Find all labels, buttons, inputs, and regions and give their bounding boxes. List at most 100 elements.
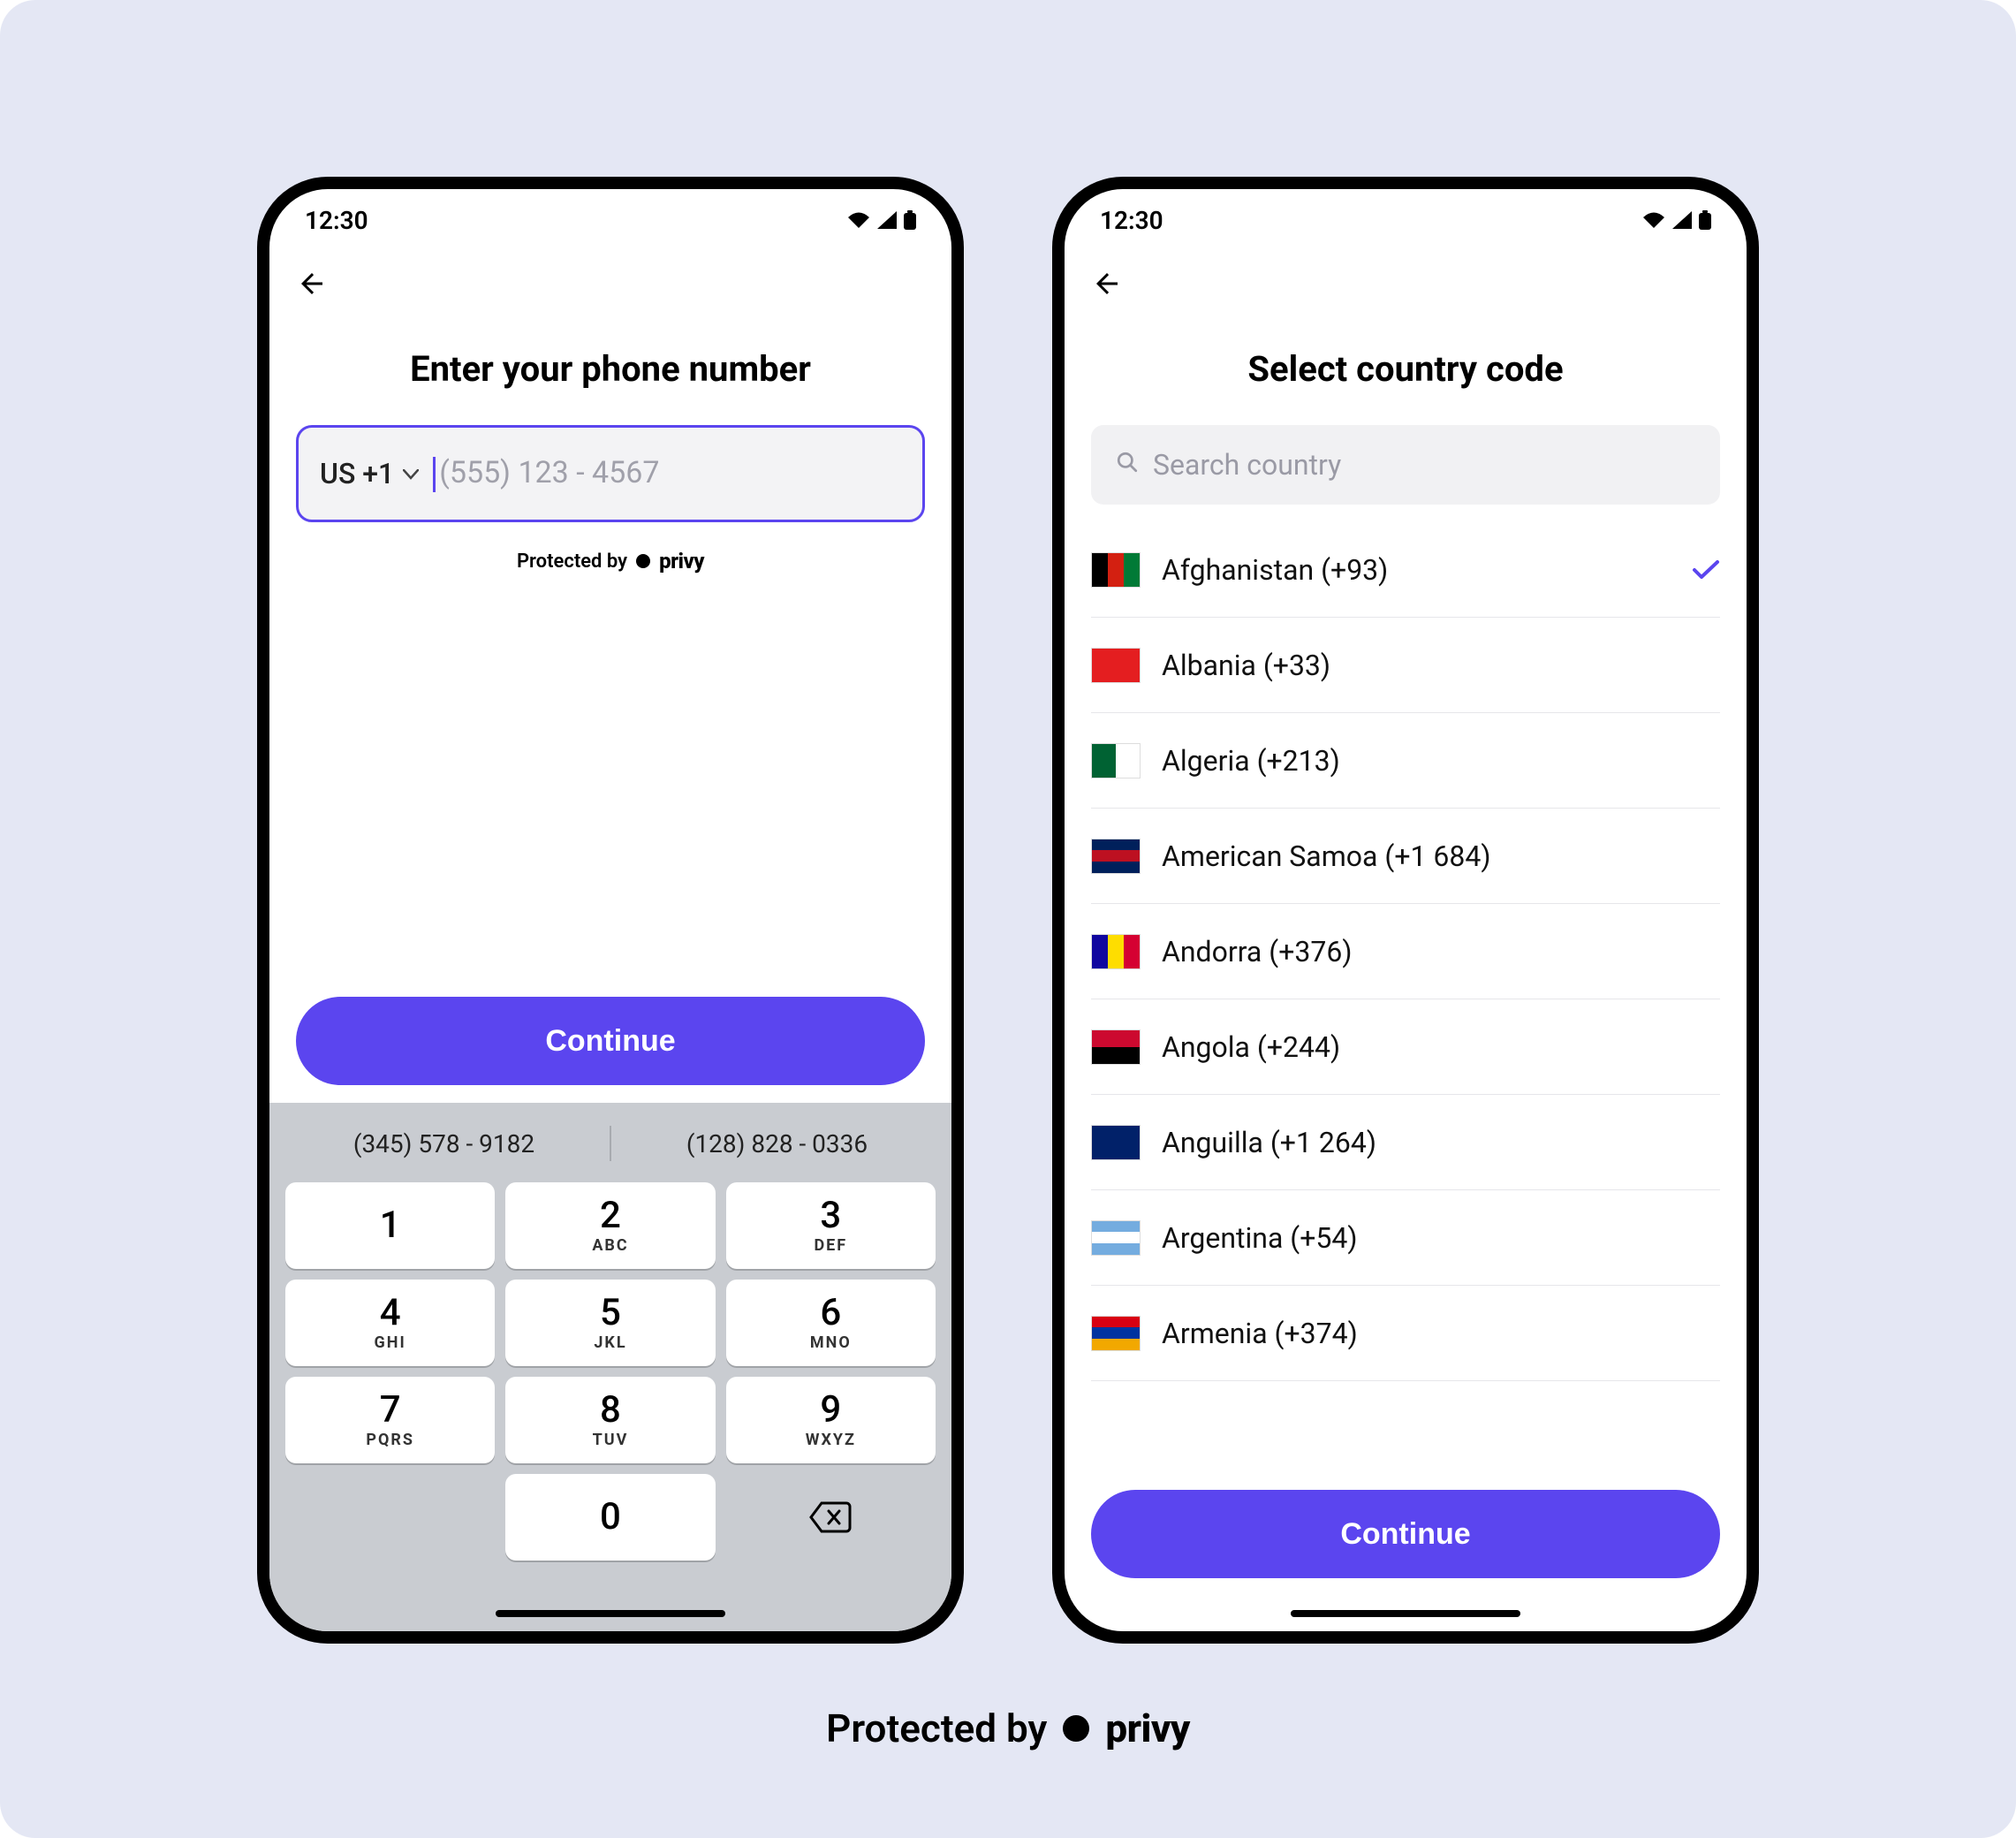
protected-label: Protected by bbox=[517, 551, 627, 573]
phone-select-country: 12:30 Select country code Sea bbox=[1052, 177, 1759, 1644]
country-label: Armenia (+374) bbox=[1162, 1317, 1720, 1350]
flag-icon bbox=[1091, 648, 1141, 683]
country-label: Afghanistan (+93) bbox=[1162, 553, 1671, 587]
nav-bar bbox=[269, 251, 951, 322]
continue-button[interactable]: Continue bbox=[1091, 1490, 1720, 1578]
suggestion-2[interactable]: (128) 828 - 0336 bbox=[611, 1129, 943, 1158]
back-button[interactable] bbox=[1091, 268, 1123, 306]
privy-brand: privy bbox=[659, 549, 704, 573]
flag-icon bbox=[1091, 1316, 1141, 1351]
phone-enter-number: 12:30 Enter your phone number US +1 bbox=[257, 177, 964, 1644]
key-digit: 2 bbox=[600, 1197, 621, 1234]
key-letters: PQRS bbox=[366, 1431, 414, 1449]
key-5[interactable]: 5JKL bbox=[505, 1280, 715, 1366]
key-digit: 9 bbox=[820, 1392, 841, 1429]
phone-input-container[interactable]: US +1 (555) 123 - 4567 bbox=[296, 425, 925, 522]
country-label: Anguilla (+1 264) bbox=[1162, 1126, 1720, 1159]
key-2[interactable]: 2ABC bbox=[505, 1182, 715, 1269]
key-6[interactable]: 6MNO bbox=[726, 1280, 936, 1366]
status-icons bbox=[847, 210, 916, 230]
battery-icon bbox=[904, 210, 916, 230]
wifi-icon bbox=[1642, 211, 1665, 229]
country-label: Argentina (+54) bbox=[1162, 1221, 1720, 1255]
search-placeholder: Search country bbox=[1153, 448, 1341, 482]
key-1[interactable]: 1 bbox=[285, 1182, 495, 1269]
key-letters: MNO bbox=[810, 1333, 852, 1352]
country-label: Albania (+33) bbox=[1162, 649, 1720, 682]
page-title: Select country code bbox=[1091, 348, 1720, 390]
backspace-key[interactable] bbox=[726, 1474, 936, 1561]
country-row[interactable]: Algeria (+213) bbox=[1091, 713, 1720, 809]
flag-icon bbox=[1091, 934, 1141, 969]
phone-number-input[interactable]: (555) 123 - 4567 bbox=[433, 455, 901, 492]
country-label: Angola (+244) bbox=[1162, 1030, 1720, 1064]
flag-icon bbox=[1091, 839, 1141, 874]
key-letters: WXYZ bbox=[806, 1431, 856, 1449]
protected-by-badge: Protected by privy bbox=[296, 549, 925, 573]
key-0[interactable]: 0 bbox=[505, 1474, 715, 1561]
privy-logo-icon bbox=[636, 554, 650, 568]
country-row[interactable]: Afghanistan (+93) bbox=[1091, 522, 1720, 618]
country-list[interactable]: Afghanistan (+93) Albania (+33) Algeria (+… bbox=[1091, 522, 1720, 1472]
key-letters: DEF bbox=[814, 1236, 847, 1255]
country-row[interactable]: Anguilla (+1 264) bbox=[1091, 1095, 1720, 1190]
key-4[interactable]: 4GHI bbox=[285, 1280, 495, 1366]
status-time: 12:30 bbox=[305, 206, 368, 235]
country-row[interactable]: Armenia (+374) bbox=[1091, 1286, 1720, 1381]
cell-signal-icon bbox=[1672, 211, 1692, 229]
key-letters: TUV bbox=[593, 1431, 629, 1449]
key-digit: 5 bbox=[600, 1295, 621, 1332]
privy-brand: privy bbox=[1105, 1705, 1190, 1751]
text-cursor bbox=[433, 457, 436, 492]
key-digit: 1 bbox=[380, 1207, 401, 1244]
backspace-icon bbox=[809, 1501, 852, 1533]
home-indicator[interactable] bbox=[496, 1610, 725, 1617]
flag-icon bbox=[1091, 552, 1141, 588]
country-code-selector[interactable]: US +1 bbox=[320, 457, 419, 490]
flag-icon bbox=[1091, 1125, 1141, 1160]
page-title: Enter your phone number bbox=[296, 348, 925, 390]
country-row[interactable]: Albania (+33) bbox=[1091, 618, 1720, 713]
key-digit: 7 bbox=[380, 1392, 401, 1429]
key-7[interactable]: 7 PQRS bbox=[285, 1377, 495, 1463]
flag-icon bbox=[1091, 1220, 1141, 1256]
flag-icon bbox=[1091, 743, 1141, 778]
key-letters: GHI bbox=[375, 1333, 406, 1352]
country-label: American Samoa (+1 684) bbox=[1162, 839, 1720, 873]
key-digit: 0 bbox=[600, 1499, 621, 1536]
country-row[interactable]: Argentina (+54) bbox=[1091, 1190, 1720, 1286]
country-row[interactable]: Andorra (+376) bbox=[1091, 904, 1720, 999]
wifi-icon bbox=[847, 211, 870, 229]
home-indicator[interactable] bbox=[1291, 1610, 1520, 1617]
footer-protected-by: Protected by privy bbox=[826, 1705, 1190, 1751]
search-icon bbox=[1116, 451, 1139, 480]
back-button[interactable] bbox=[296, 268, 328, 306]
country-code-label: US +1 bbox=[320, 457, 394, 490]
key-digit: 3 bbox=[820, 1197, 841, 1234]
key-9[interactable]: 9 WXYZ bbox=[726, 1377, 936, 1463]
status-icons bbox=[1642, 210, 1711, 230]
key-digit: 6 bbox=[820, 1295, 841, 1332]
key-digit: 8 bbox=[600, 1392, 621, 1429]
country-row[interactable]: American Samoa (+1 684) bbox=[1091, 809, 1720, 904]
key-letters: JKL bbox=[594, 1333, 626, 1352]
chevron-down-icon bbox=[403, 463, 419, 485]
protected-label: Protected by bbox=[826, 1705, 1047, 1751]
keyboard-suggestions: (345) 578 - 9182 (128) 828 - 0336 bbox=[278, 1117, 943, 1170]
check-icon bbox=[1692, 551, 1720, 589]
key-8[interactable]: 8 TUV bbox=[505, 1377, 715, 1463]
status-bar: 12:30 bbox=[269, 189, 951, 251]
numeric-keypad: (345) 578 - 9182 (128) 828 - 0336 12ABC3… bbox=[269, 1103, 951, 1631]
continue-button[interactable]: Continue bbox=[296, 997, 925, 1085]
nav-bar bbox=[1065, 251, 1747, 322]
suggestion-1[interactable]: (345) 578 - 9182 bbox=[278, 1129, 610, 1158]
privy-logo-icon bbox=[1063, 1715, 1089, 1742]
country-row[interactable]: Angola (+244) bbox=[1091, 999, 1720, 1095]
flag-icon bbox=[1091, 1029, 1141, 1065]
country-label: Algeria (+213) bbox=[1162, 744, 1720, 778]
country-label: Andorra (+376) bbox=[1162, 935, 1720, 968]
key-3[interactable]: 3 DEF bbox=[726, 1182, 936, 1269]
phone-placeholder: (555) 123 - 4567 bbox=[439, 455, 659, 490]
battery-icon bbox=[1699, 210, 1711, 230]
search-input[interactable]: Search country bbox=[1091, 425, 1720, 505]
